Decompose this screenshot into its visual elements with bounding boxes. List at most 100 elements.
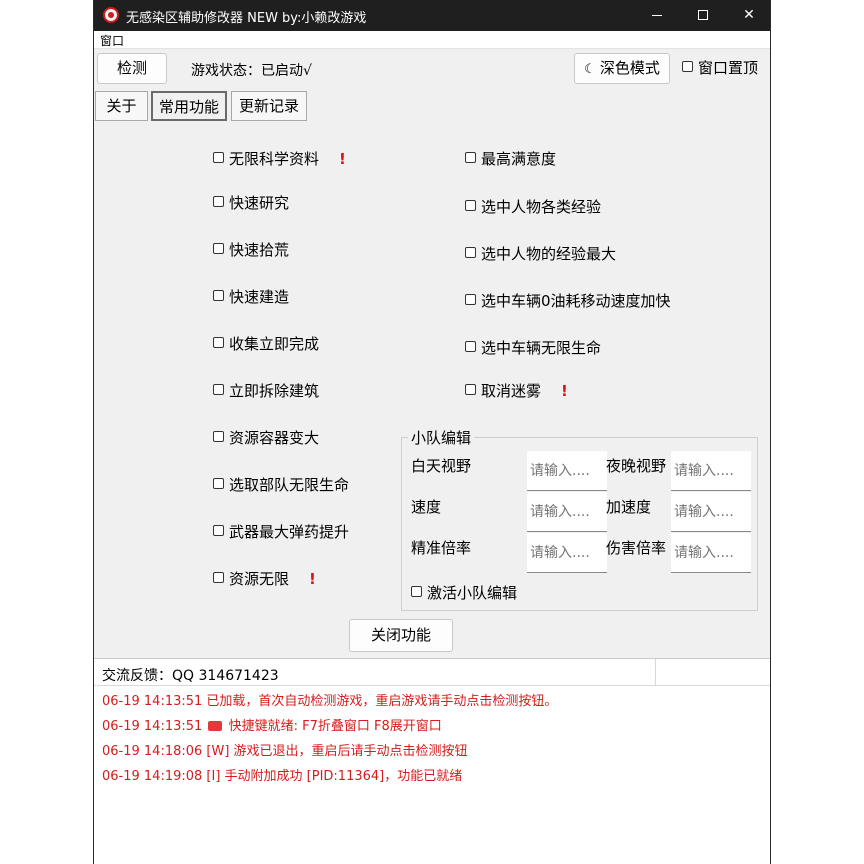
tab-common-functions[interactable]: 常用功能 [151, 91, 227, 121]
checkbox-box[interactable] [213, 431, 224, 442]
option-squad-infinite-life[interactable]: 选取部队无限生命 [213, 475, 349, 495]
maximize-button[interactable] [680, 0, 726, 31]
accuracy-label: 精准倍率 [411, 539, 472, 557]
warning-icon: ! [339, 150, 346, 168]
tab-about[interactable]: 关于 [95, 91, 148, 121]
warning-icon: ! [561, 382, 568, 400]
checkbox-box[interactable] [213, 478, 224, 489]
option-label: 武器最大弹药提升 [229, 523, 350, 541]
game-status: 游戏状态：已启动√ [191, 63, 312, 79]
dark-mode-button[interactable]: ☾ 深色模式 [574, 53, 670, 84]
option-max-ammo[interactable]: 武器最大弹药提升 [213, 522, 349, 542]
night-vision-input[interactable] [671, 451, 751, 491]
squad-editor-title: 小队编辑 [408, 429, 475, 447]
checkbox-box[interactable] [213, 525, 224, 536]
option-label: 快速建造 [229, 288, 290, 306]
option-vehicle-infinite-life[interactable]: 选中车辆无限生命 [465, 338, 601, 358]
option-label: 选中人物各类经验 [481, 198, 602, 216]
divider [655, 659, 656, 685]
option-label: 选中车辆0油耗移动速度加快 [481, 292, 671, 310]
log-line: 06-19 14:18:06 [W] 游戏已退出，重启后请手动点击检测按钮 [102, 744, 468, 759]
moon-icon: ☾ [584, 62, 596, 77]
option-label: 最高满意度 [481, 150, 557, 168]
activate-squad-checkbox[interactable]: 激活小队编辑 [411, 583, 517, 603]
minimize-button[interactable] [634, 0, 680, 31]
checkbox-box[interactable] [213, 337, 224, 348]
close-icon: ✕ [743, 7, 755, 23]
checkbox-box[interactable] [411, 586, 422, 597]
option-fast-build[interactable]: 快速建造 [213, 287, 289, 307]
option-instant-collect[interactable]: 收集立即完成 [213, 334, 319, 354]
option-label: 快速拾荒 [229, 241, 290, 259]
option-label: 快速研究 [229, 194, 290, 212]
warning-icon: ! [309, 570, 316, 588]
option-vehicle-speed[interactable]: 选中车辆0油耗移动速度加快 [465, 291, 671, 311]
speed-label: 速度 [411, 498, 442, 516]
option-character-exp[interactable]: 选中人物各类经验 [465, 197, 601, 217]
checkbox-box[interactable] [465, 200, 476, 211]
checkbox-box[interactable] [213, 196, 224, 207]
damage-input[interactable] [671, 533, 751, 573]
app-icon [103, 7, 119, 23]
checkbox-box[interactable] [465, 384, 476, 395]
close-window-button[interactable]: ✕ [726, 0, 770, 31]
activate-squad-label: 激活小队编辑 [427, 584, 518, 602]
log-timestamp: 06-19 14:13:51 [102, 719, 207, 734]
minimize-icon [652, 14, 662, 16]
option-instant-demolish[interactable]: 立即拆除建筑 [213, 381, 319, 401]
accuracy-input[interactable] [527, 533, 607, 573]
squad-editor-group: 小队编辑 白天视野 夜晚视野 速度 加速度 精准倍率 伤害倍率 激活小队编辑 [401, 429, 758, 611]
option-max-satisfaction[interactable]: 最高满意度 [465, 149, 556, 169]
option-label: 资源无限 [229, 570, 290, 588]
window-title: 无感染区辅助修改器 NEW by:小赖改游戏 [126, 11, 367, 26]
option-infinite-resources[interactable]: 资源无限! [213, 569, 316, 589]
log-line: 06-19 14:13:51 快捷键就绪: F7折叠窗口 F8展开窗口 [102, 715, 442, 734]
option-bigger-containers[interactable]: 资源容器变大 [213, 428, 319, 448]
checkbox-box[interactable] [213, 152, 224, 163]
pin-window-checkbox[interactable]: 窗口置顶 [682, 58, 758, 78]
checkbox-box[interactable] [213, 290, 224, 301]
checkbox-box[interactable] [682, 61, 693, 72]
speed-input[interactable] [527, 492, 607, 532]
day-vision-label: 白天视野 [411, 457, 472, 475]
app-window: 无感染区辅助修改器 NEW by:小赖改游戏 ✕ 窗口 检测 游戏状态：已启动√… [93, 0, 771, 864]
acceleration-label: 加速度 [606, 498, 652, 516]
option-label: 资源容器变大 [229, 429, 320, 447]
acceleration-input[interactable] [671, 492, 751, 532]
keyboard-icon [208, 720, 223, 731]
close-functions-button[interactable]: 关闭功能 [349, 619, 453, 652]
night-vision-label: 夜晚视野 [606, 457, 667, 475]
checkbox-box[interactable] [465, 341, 476, 352]
damage-label: 伤害倍率 [606, 539, 667, 557]
checkbox-box[interactable] [213, 384, 224, 395]
detect-button[interactable]: 检测 [97, 53, 167, 84]
option-remove-fog[interactable]: 取消迷雾! [465, 381, 568, 401]
option-label: 无限科学资料 [229, 150, 320, 168]
log-line: 06-19 14:13:51 已加载，首次自动检测游戏，重启游戏请手动点击检测按… [102, 694, 558, 709]
option-unlimited-science[interactable]: 无限科学资料! [213, 149, 346, 169]
checkbox-box[interactable] [465, 247, 476, 258]
checkbox-box[interactable] [213, 243, 224, 254]
log-message: 快捷键就绪: F7折叠窗口 F8展开窗口 [228, 719, 442, 734]
feedback-bar: 交流反馈：QQ 314671423 [94, 658, 770, 686]
title-bar[interactable]: 无感染区辅助修改器 NEW by:小赖改游戏 ✕ [94, 0, 770, 31]
menu-window[interactable]: 窗口 [100, 32, 124, 49]
dark-mode-label: 深色模式 [599, 59, 660, 77]
option-fast-scavenge[interactable]: 快速拾荒 [213, 240, 289, 260]
maximize-icon [698, 10, 708, 20]
option-label: 选中车辆无限生命 [481, 339, 602, 357]
option-label: 取消迷雾 [481, 382, 542, 400]
log-line: 06-19 14:19:08 [I] 手动附加成功 [PID:11364]，功能… [102, 769, 463, 784]
option-fast-research[interactable]: 快速研究 [213, 193, 289, 213]
pin-window-label: 窗口置顶 [698, 59, 759, 77]
day-vision-input[interactable] [527, 451, 607, 491]
option-character-max-exp[interactable]: 选中人物的经验最大 [465, 244, 616, 264]
option-label: 选取部队无限生命 [229, 476, 350, 494]
checkbox-box[interactable] [465, 294, 476, 305]
option-label: 立即拆除建筑 [229, 382, 320, 400]
log-panel[interactable]: 06-19 14:13:51 已加载，首次自动检测游戏，重启游戏请手动点击检测按… [94, 686, 770, 864]
option-label: 收集立即完成 [229, 335, 320, 353]
tab-update-log[interactable]: 更新记录 [231, 91, 307, 121]
checkbox-box[interactable] [465, 152, 476, 163]
checkbox-box[interactable] [213, 572, 224, 583]
